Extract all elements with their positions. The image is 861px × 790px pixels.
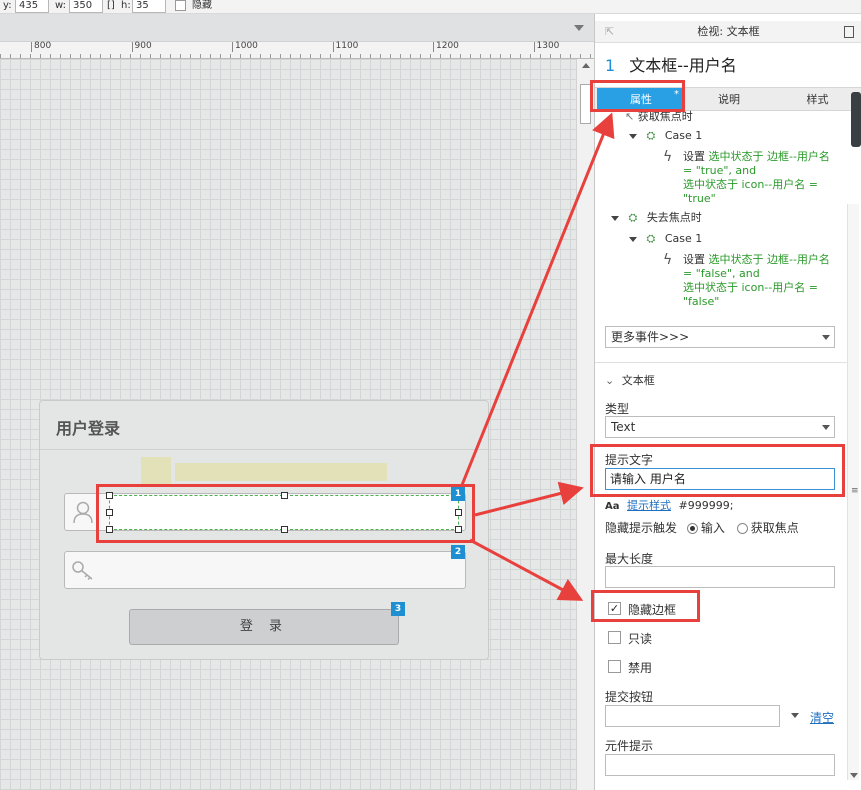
arrow-to-hint-text [474,481,584,517]
callout-arrows [460,112,615,601]
arrow-to-hide-border [469,538,584,601]
arrow-to-properties-tab [460,112,615,486]
